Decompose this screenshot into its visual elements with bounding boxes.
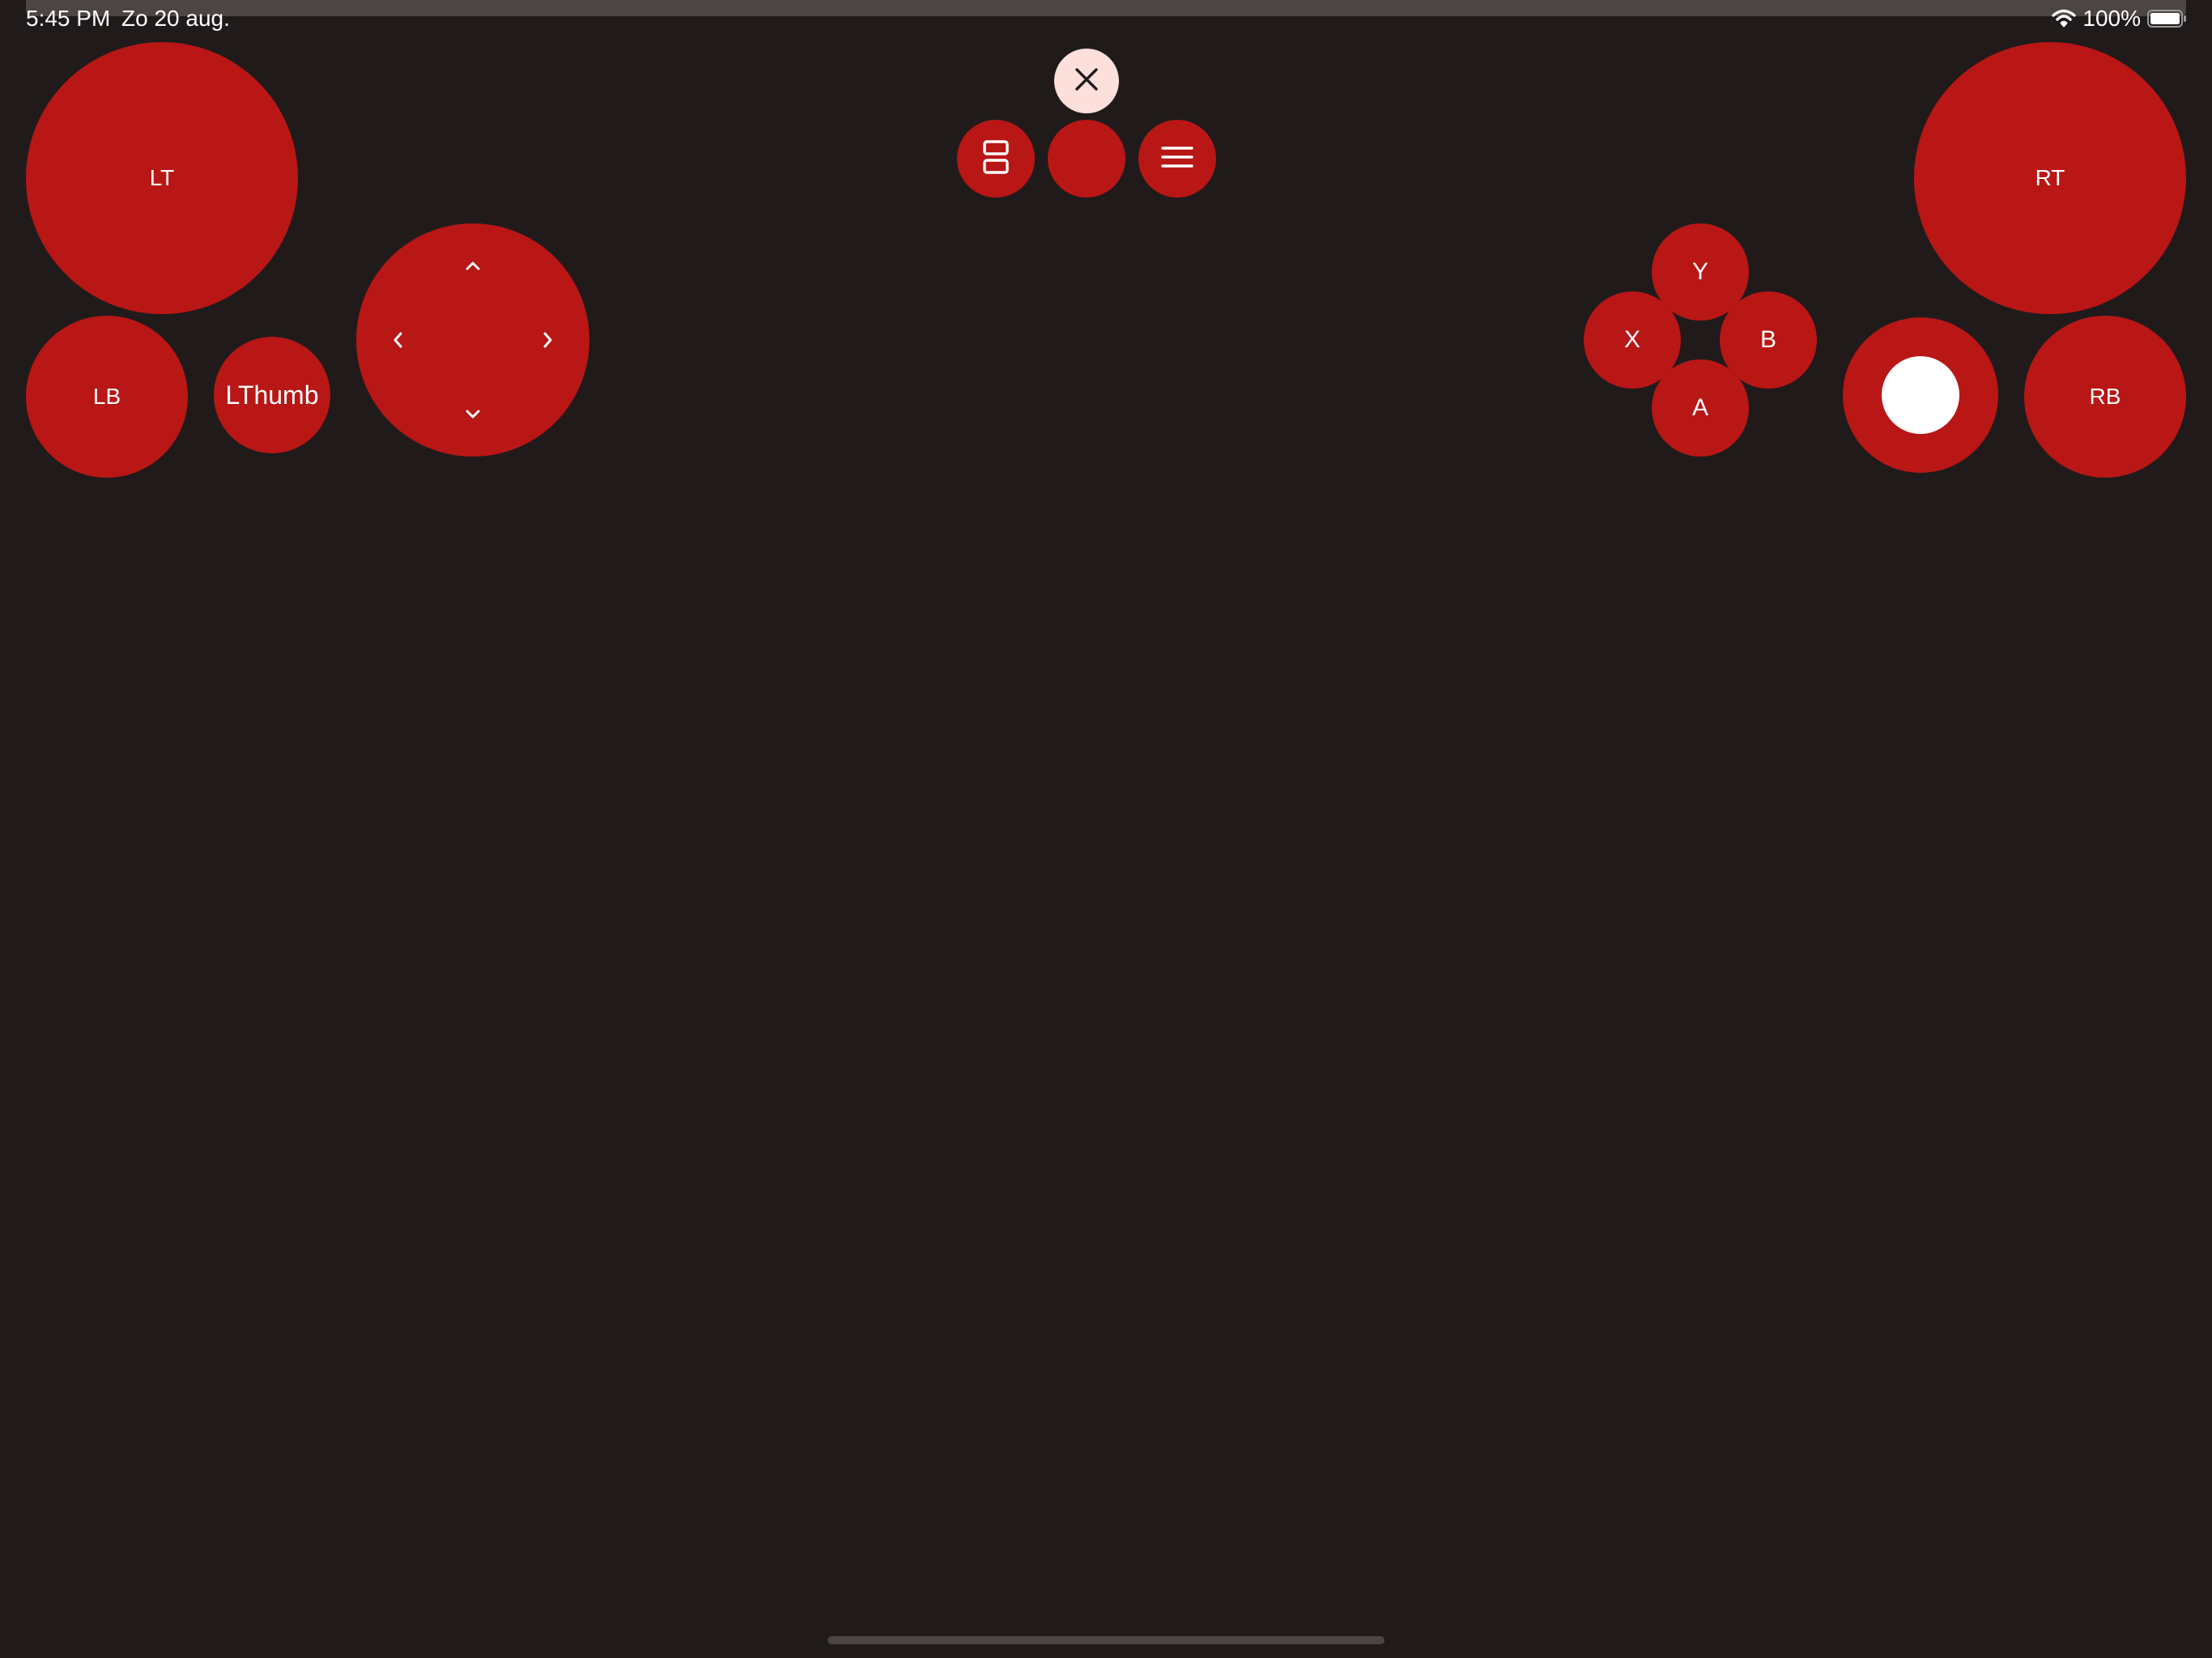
wifi-icon: [2052, 9, 2077, 28]
chevron-down-icon: [466, 410, 480, 419]
view-icon: [981, 139, 1010, 179]
right-trigger-button[interactable]: RT: [1914, 42, 2186, 314]
b-button-label: B: [1759, 326, 1776, 353]
view-button[interactable]: [957, 120, 1035, 198]
battery-percentage: 100%: [2082, 6, 2141, 31]
home-indicator[interactable]: [827, 1636, 1385, 1644]
a-button[interactable]: A: [1652, 359, 1749, 457]
x-button-label: X: [1623, 326, 1640, 353]
left-bumper-label: LB: [92, 384, 121, 409]
chevron-right-icon: [543, 332, 552, 348]
battery-full-icon: [2147, 9, 2188, 28]
y-button-label: Y: [1691, 258, 1708, 285]
left-bumper-button[interactable]: LB: [26, 316, 188, 478]
thumbstick-knob[interactable]: [1882, 356, 1959, 434]
left-trigger-label: LT: [149, 165, 175, 190]
chevron-left-icon: [393, 332, 402, 348]
dpad-up-button[interactable]: [453, 246, 492, 285]
left-thumb-label: LThumb: [225, 380, 319, 410]
right-bumper-label: RB: [2089, 384, 2121, 409]
dpad-down-button[interactable]: [453, 395, 492, 434]
right-trigger-label: RT: [2035, 165, 2065, 190]
status-date: Zo 20 aug.: [121, 6, 230, 31]
dpad-left-button[interactable]: [379, 321, 418, 359]
chevron-up-icon: [466, 261, 480, 270]
home-button[interactable]: [1048, 120, 1125, 198]
menu-icon: [1161, 145, 1193, 173]
left-thumb-button[interactable]: LThumb: [214, 337, 330, 453]
top-strip: [26, 0, 2186, 16]
status-right: 100%: [2052, 5, 2188, 32]
close-icon: [1073, 66, 1100, 97]
close-button[interactable]: [1054, 49, 1119, 113]
status-time: 5:45 PM: [26, 6, 111, 31]
menu-button[interactable]: [1138, 120, 1216, 198]
dpad[interactable]: [356, 223, 589, 457]
dpad-right-button[interactable]: [528, 321, 567, 359]
right-thumbstick[interactable]: [1843, 317, 1998, 473]
a-button-label: A: [1691, 394, 1708, 421]
right-bumper-button[interactable]: RB: [2024, 316, 2186, 478]
left-trigger-button[interactable]: LT: [26, 42, 298, 314]
